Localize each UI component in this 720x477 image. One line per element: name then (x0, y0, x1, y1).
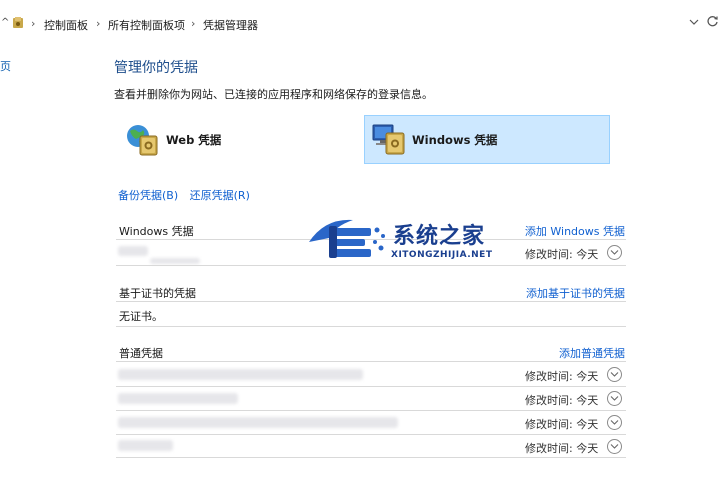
address-bar[interactable]: ^ › 控制面板 › 所有控制面板项 › 凭据管理器 (0, 13, 720, 37)
windows-credentials-tab[interactable]: Windows 凭据 (364, 115, 610, 164)
expand-chevron-icon[interactable] (607, 439, 622, 454)
row-divider (116, 457, 626, 458)
watermark-url: XITONGZHIJIA.NET (391, 250, 493, 260)
credential-modified-time: 修改时间: 今天 (525, 442, 599, 455)
backup-credentials-link[interactable]: 备份凭据(B) (118, 189, 178, 202)
blurred-credential-name (150, 258, 200, 264)
web-credential-globe-icon (124, 122, 160, 158)
left-nav-link-fragment[interactable]: 页 (0, 58, 11, 74)
row-divider (116, 434, 626, 435)
windows-credential-monitor-icon (371, 121, 407, 157)
blurred-credential-name (118, 369, 363, 380)
watermark-title: 系统之家 (393, 224, 486, 249)
add-cert-credential-link[interactable]: 添加基于证书的凭据 (526, 285, 625, 301)
section-divider (116, 326, 626, 327)
page-subtitle: 查看并删除你为网站、已连接的应用程序和网络保存的登录信息。 (114, 88, 433, 101)
row-divider (116, 410, 626, 411)
credential-modified-time: 修改时间: 今天 (525, 248, 599, 261)
add-windows-credential-link[interactable]: 添加 Windows 凭据 (525, 223, 625, 239)
section-divider (116, 361, 626, 362)
breadcrumb-separator-icon: › (191, 17, 196, 30)
blurred-credential-name (118, 440, 173, 451)
expand-chevron-icon[interactable] (607, 367, 622, 382)
up-arrow-icon[interactable]: ^ (1, 17, 9, 28)
blurred-credential-name (118, 393, 238, 404)
site-watermark: 系统之家 XITONGZHIJIA.NET (305, 208, 505, 268)
breadcrumb-separator-icon: › (96, 17, 101, 30)
expand-chevron-icon[interactable] (607, 415, 622, 430)
breadcrumb-control-panel[interactable]: 控制面板 (44, 17, 88, 33)
backup-restore-links: 备份凭据(B) 还原凭据(R) (118, 187, 258, 203)
windows-credentials-section-title: Windows 凭据 (119, 225, 194, 238)
blurred-credential-name (118, 417, 398, 428)
restore-credentials-link[interactable]: 还原凭据(R) (190, 189, 250, 202)
generic-credentials-section-title: 普通凭据 (119, 347, 163, 360)
section-divider (116, 301, 626, 302)
page-title: 管理你的凭据 (114, 60, 198, 76)
credential-modified-time: 修改时间: 今天 (525, 418, 599, 431)
watermark-logo-icon (305, 212, 389, 268)
credential-manager-small-icon (12, 16, 24, 32)
windows-credentials-label: Windows 凭据 (412, 133, 498, 147)
breadcrumb-separator-icon: › (31, 17, 36, 30)
chevron-down-icon[interactable] (688, 16, 700, 31)
refresh-icon[interactable] (706, 15, 719, 31)
expand-chevron-icon[interactable] (607, 245, 622, 260)
breadcrumb-all-items[interactable]: 所有控制面板项 (108, 17, 185, 33)
expand-chevron-icon[interactable] (607, 391, 622, 406)
breadcrumb-credential-manager[interactable]: 凭据管理器 (203, 17, 258, 33)
credential-modified-time: 修改时间: 今天 (525, 394, 599, 407)
blurred-credential-name (118, 246, 148, 256)
web-credentials-label: Web 凭据 (166, 133, 222, 147)
credential-modified-time: 修改时间: 今天 (525, 370, 599, 383)
row-divider (116, 386, 626, 387)
cert-credentials-section-title: 基于证书的凭据 (119, 287, 196, 300)
add-generic-credential-link[interactable]: 添加普通凭据 (559, 345, 625, 361)
web-credentials-tab[interactable]: Web 凭据 (118, 116, 248, 164)
no-certificates-text: 无证书。 (119, 310, 163, 323)
